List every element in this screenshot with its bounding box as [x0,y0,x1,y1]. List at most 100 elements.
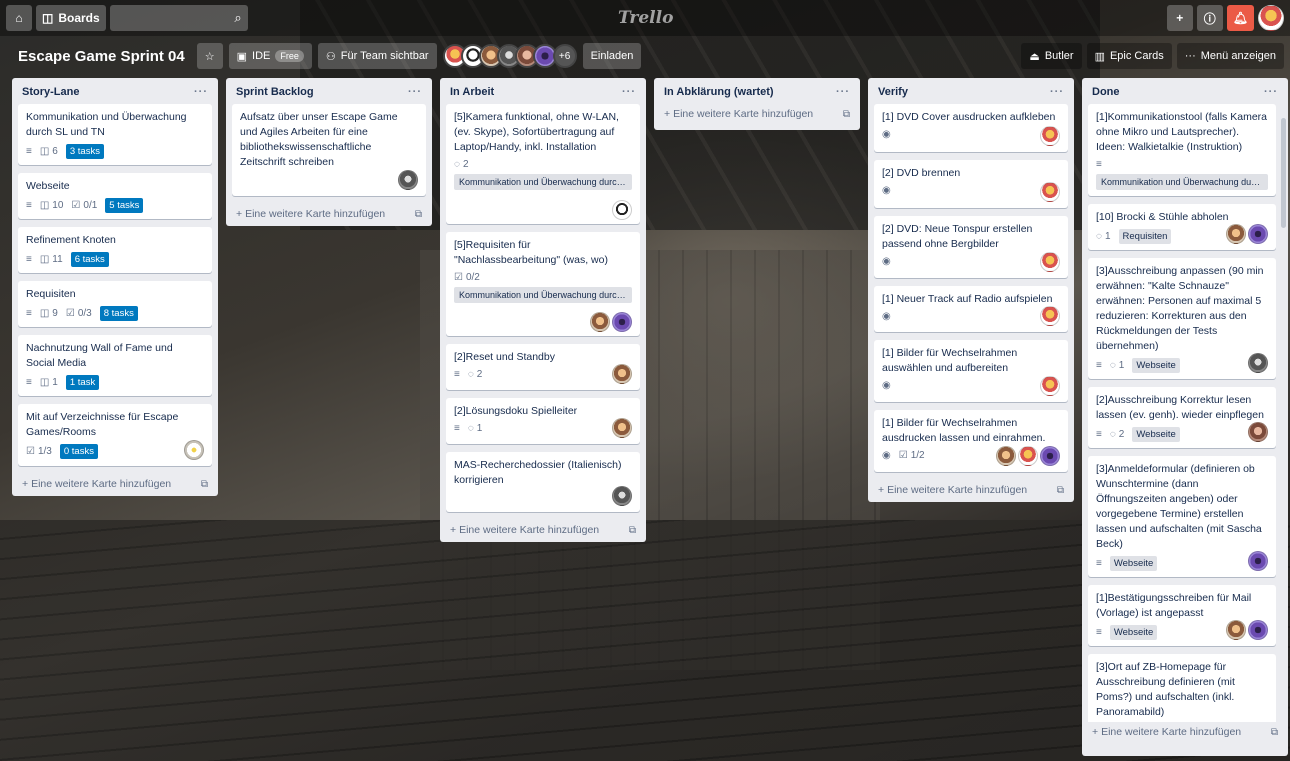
member-avatar[interactable] [1248,422,1268,442]
create-button[interactable]: + [1166,5,1193,31]
workspace-button[interactable]: ▣ IDE Free [228,43,312,69]
card-template-icon[interactable]: ⧉ [843,109,850,120]
list-menu-icon[interactable]: ··· [1264,86,1278,98]
member-avatar[interactable] [590,312,610,332]
member-avatar[interactable] [1248,353,1268,373]
card[interactable]: [5]Requisiten für "Nachlassbearbeitung" … [446,232,640,336]
member-avatar[interactable] [1226,620,1246,640]
add-card-button[interactable]: + Eine weitere Karte hinzufügen [450,524,599,536]
list-scrollbar[interactable] [1281,118,1286,228]
search-input[interactable] [109,5,248,31]
more-members-count[interactable]: +6 [552,44,577,68]
card-title: [1]Kommunikationstool (falls Kamera ohne… [1096,111,1267,153]
add-card-label: Eine weitere Karte hinzufügen [887,484,1028,496]
card[interactable]: [1]Kommunikationstool (falls Kamera ohne… [1088,104,1276,196]
home-button[interactable]: ⌂ [6,5,32,31]
add-card-button[interactable]: + Eine weitere Karte hinzufügen [1092,726,1241,738]
butler-label: Butler [1044,50,1074,62]
invite-button[interactable]: Einladen [582,43,642,69]
add-card-button[interactable]: + Eine weitere Karte hinzufügen [236,208,385,220]
list-menu-icon[interactable]: ··· [408,86,422,98]
card[interactable]: Nachnutzung Wall of Fame und Social Medi… [18,335,212,396]
list-title[interactable]: In Abklärung (wartet) [664,86,774,98]
card[interactable]: [1] Bilder für Wechselrahmen auswählen u… [874,340,1068,402]
card[interactable]: [3]Anmeldeformular (definieren ob Wunsch… [1088,456,1276,577]
list-menu-icon[interactable]: ··· [622,86,636,98]
card[interactable]: [3]Ort auf ZB-Homepage für Ausschreibung… [1088,654,1276,722]
list-cards-scroll[interactable]: [1]Kommunikationstool (falls Kamera ohne… [1088,104,1282,722]
card[interactable]: [2] DVD brennen ◉ [874,160,1068,208]
member-avatar[interactable] [612,418,632,438]
member-avatar[interactable] [612,312,632,332]
card[interactable]: Refinement Knoten ≡ ◫ 11 6 tasks [18,227,212,273]
member-avatar[interactable] [612,486,632,506]
card[interactable]: Mit auf Verzeichnisse für Escape Games/R… [18,404,212,466]
card-template-icon[interactable]: ⧉ [1271,727,1278,738]
notifications-button[interactable]: 🔔︎ [1226,5,1254,31]
card-template-icon[interactable]: ⧉ [1057,485,1064,496]
boards-button[interactable]: ◫ Boards [36,5,106,31]
epic-cards-button[interactable]: ▥ Epic Cards [1086,43,1172,69]
card[interactable]: [5]Kamera funktional, ohne W-LAN, (ev. S… [446,104,640,224]
card[interactable]: Kommunikation und Überwachung durch SL u… [18,104,212,165]
card[interactable]: [2]Ausschreibung Korrektur lesen lassen … [1088,387,1276,448]
card[interactable]: [1]Bestätigungsschreiben für Mail (Vorla… [1088,585,1276,646]
card[interactable]: [2]Reset und Standby ≡ ◌ 2 [446,344,640,390]
trello-logo[interactable]: Trello [618,8,673,28]
butler-button[interactable]: ⏏ Butler [1021,43,1082,69]
member-avatar[interactable] [184,440,204,460]
member-avatar[interactable] [1040,446,1060,466]
card[interactable]: Webseite ≡ ◫ 10 ☑ 0/1 5 tasks [18,173,212,219]
member-avatar[interactable] [612,200,632,220]
board-title[interactable]: Escape Game Sprint 04 [12,48,191,65]
card-template-icon[interactable]: ⧉ [415,209,422,220]
card[interactable]: Requisiten ≡ ◫ 9 ☑ 0/3 8 tasks [18,281,212,327]
linked-cards-count: 6 [52,146,58,157]
card[interactable]: [1] Neuer Track auf Radio aufspielen ◉ [874,286,1068,332]
member-avatar[interactable] [612,364,632,384]
card[interactable]: MAS-Recherchedossier (Italienisch) korri… [446,452,640,512]
card[interactable]: [10] Brocki & Stühle abholen ◌ 1 Requisite… [1088,204,1276,250]
user-avatar[interactable] [1258,5,1284,31]
show-menu-button[interactable]: ··· Menü anzeigen [1176,43,1284,69]
info-button[interactable]: ⓘ [1196,5,1223,31]
card-template-icon[interactable]: ⧉ [201,479,208,490]
member-avatar[interactable] [1248,620,1268,640]
card[interactable]: [3]Ausschreibung anpassen (90 min erwähn… [1088,258,1276,379]
list-title[interactable]: In Arbeit [450,86,494,98]
card-title: [1] Bilder für Wechselrahmen auswählen u… [882,347,1018,374]
star-button[interactable]: ☆ [196,43,223,69]
card[interactable]: [1] Bilder für Wechselrahmen ausdrucken … [874,410,1068,472]
member-avatar[interactable] [1040,126,1060,146]
member-avatar[interactable] [398,170,418,190]
member-avatar[interactable] [1248,551,1268,571]
visibility-button[interactable]: ⚇ Für Team sichtbar [317,43,437,69]
card[interactable]: [2] DVD: Neue Tonspur erstellen passend … [874,216,1068,278]
member-avatar[interactable] [1040,306,1060,326]
list-menu-icon[interactable]: ··· [1050,86,1064,98]
list-sprint-backlog: Sprint Backlog ··· Aufsatz über unser Esc… [226,78,432,226]
member-avatar[interactable] [1018,446,1038,466]
list-title[interactable]: Sprint Backlog [236,86,314,98]
card-title: [2] DVD brennen [882,167,961,179]
list-menu-icon[interactable]: ··· [836,86,850,98]
member-avatar[interactable] [996,446,1016,466]
list-title[interactable]: Done [1092,86,1120,98]
member-avatar[interactable] [1040,182,1060,202]
search-icon[interactable]: ⌕ [234,10,241,26]
add-card-button[interactable]: + Eine weitere Karte hinzufügen [664,108,813,120]
list-title[interactable]: Verify [878,86,908,98]
card[interactable]: [2]Lösungsdoku Spielleiter ≡ ◌ 1 [446,398,640,444]
add-card-button[interactable]: + Eine weitere Karte hinzufügen [22,478,171,490]
member-avatar[interactable] [1040,252,1060,272]
add-card-button[interactable]: + Eine weitere Karte hinzufügen [878,484,1027,496]
member-avatar[interactable] [1226,224,1246,244]
linked-cards-count: 10 [52,200,64,211]
list-menu-icon[interactable]: ··· [194,86,208,98]
list-title[interactable]: Story-Lane [22,86,79,98]
member-avatar[interactable] [1248,224,1268,244]
member-avatar[interactable] [1040,376,1060,396]
card-template-icon[interactable]: ⧉ [629,525,636,536]
card[interactable]: [1] DVD Cover ausdrucken aufkleben ◉ [874,104,1068,152]
card[interactable]: Aufsatz über unser Escape Game und Agile… [232,104,426,196]
